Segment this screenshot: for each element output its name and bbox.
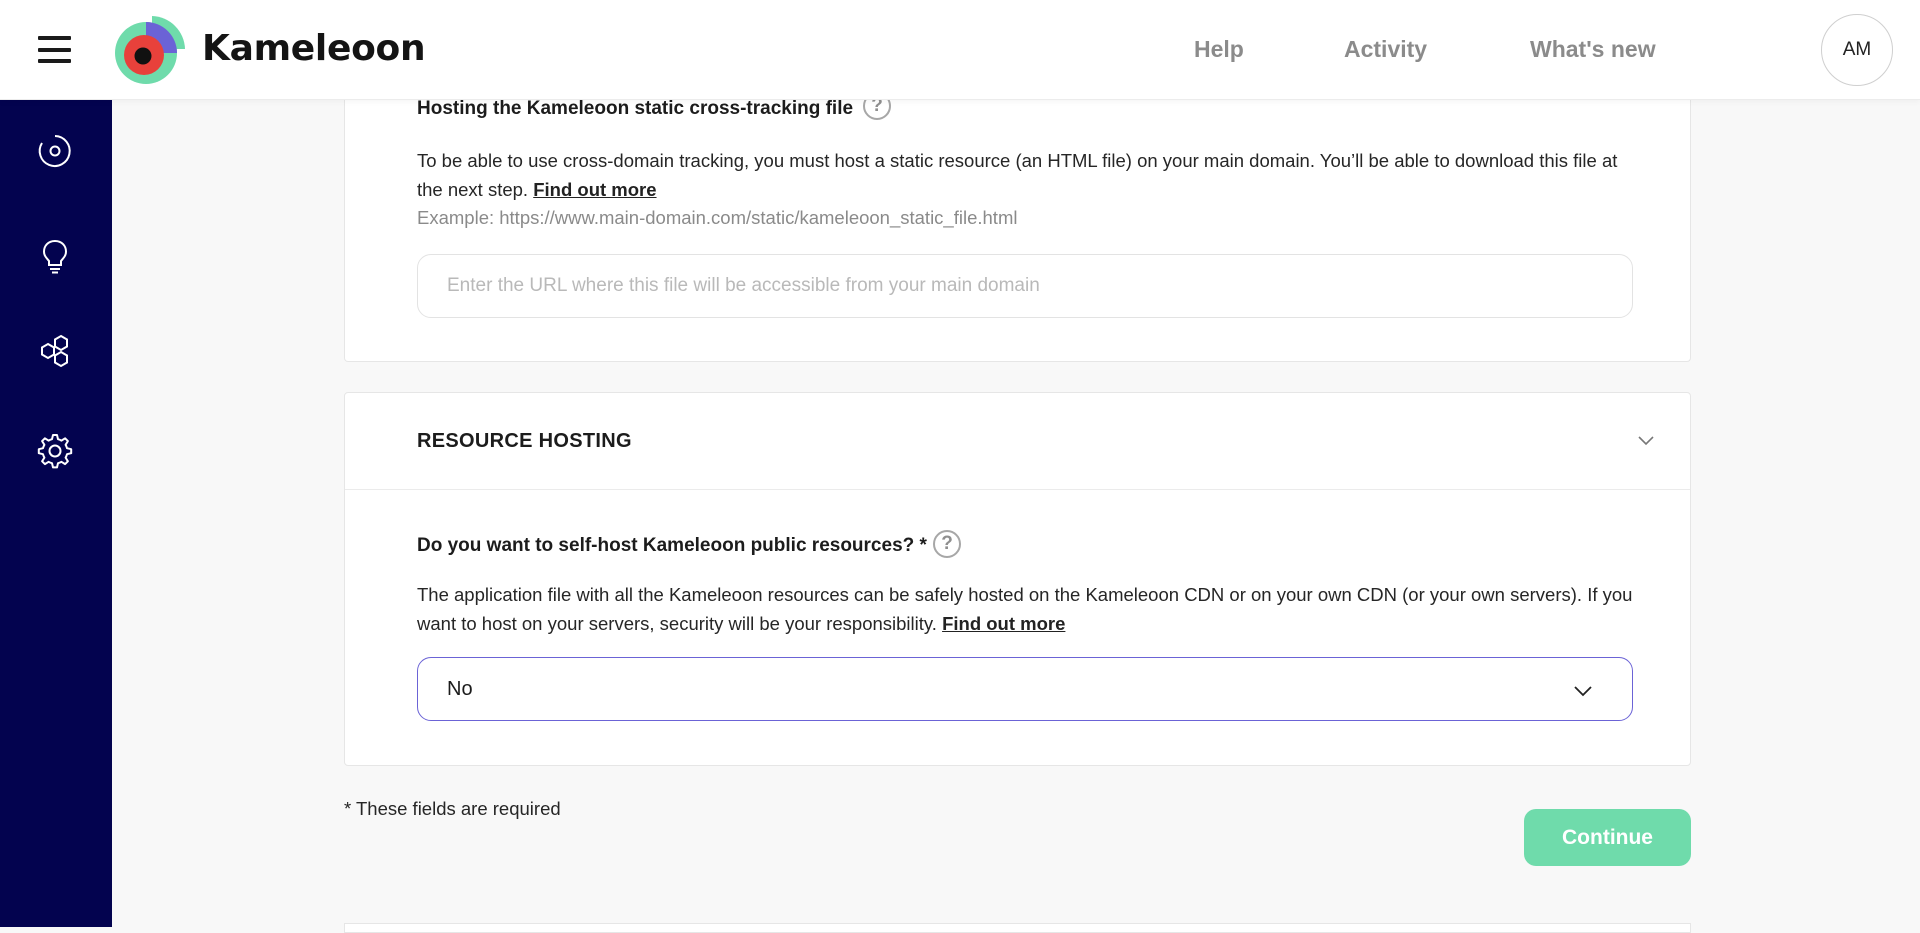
nav-activity[interactable]: Activity (1344, 36, 1427, 63)
lightbulb-icon[interactable] (36, 237, 74, 275)
find-out-more-link[interactable]: Find out more (942, 613, 1065, 634)
hexagons-icon[interactable] (36, 332, 74, 370)
hamburger-menu-icon[interactable] (38, 36, 71, 63)
cross-tracking-card: Hosting the Kameleoon static cross-track… (344, 92, 1691, 362)
gear-icon[interactable] (36, 432, 74, 470)
nav-whats-new[interactable]: What's new (1530, 36, 1656, 63)
help-icon[interactable]: ? (933, 530, 961, 558)
self-host-question: Do you want to self-host Kameleoon publi… (417, 535, 927, 556)
brand-name: Kameleoon (202, 28, 426, 69)
user-avatar[interactable]: AM (1821, 14, 1893, 86)
select-value: No (447, 678, 473, 700)
find-out-more-link[interactable]: Find out more (533, 179, 656, 200)
self-host-select[interactable]: No (417, 657, 1633, 721)
nav-help[interactable]: Help (1194, 36, 1244, 63)
continue-button[interactable]: Continue (1524, 809, 1691, 866)
resource-hosting-header[interactable]: RESOURCE HOSTING (345, 393, 1690, 490)
sidebar (0, 100, 112, 927)
top-bar: Kameleoon Help Activity What's new AM (0, 0, 1920, 100)
target-icon[interactable] (36, 132, 74, 170)
next-card-edge (344, 923, 1691, 933)
cross-tracking-heading: Hosting the Kameleoon static cross-track… (417, 98, 854, 119)
chevron-down-icon[interactable] (1636, 431, 1656, 451)
chevron-down-icon (1574, 686, 1592, 697)
cross-tracking-description: To be able to use cross-domain tracking,… (417, 150, 1618, 200)
resource-hosting-card: RESOURCE HOSTING Do you want to self-hos… (344, 392, 1691, 766)
resource-hosting-title: RESOURCE HOSTING (417, 430, 632, 452)
static-file-url-input[interactable] (417, 254, 1633, 318)
url-example: Example: https://www.main-domain.com/sta… (417, 207, 1018, 228)
required-fields-note: * These fields are required (344, 798, 561, 819)
resource-hosting-description: The application file with all the Kamele… (417, 584, 1633, 634)
kameleoon-logo[interactable] (112, 13, 186, 87)
